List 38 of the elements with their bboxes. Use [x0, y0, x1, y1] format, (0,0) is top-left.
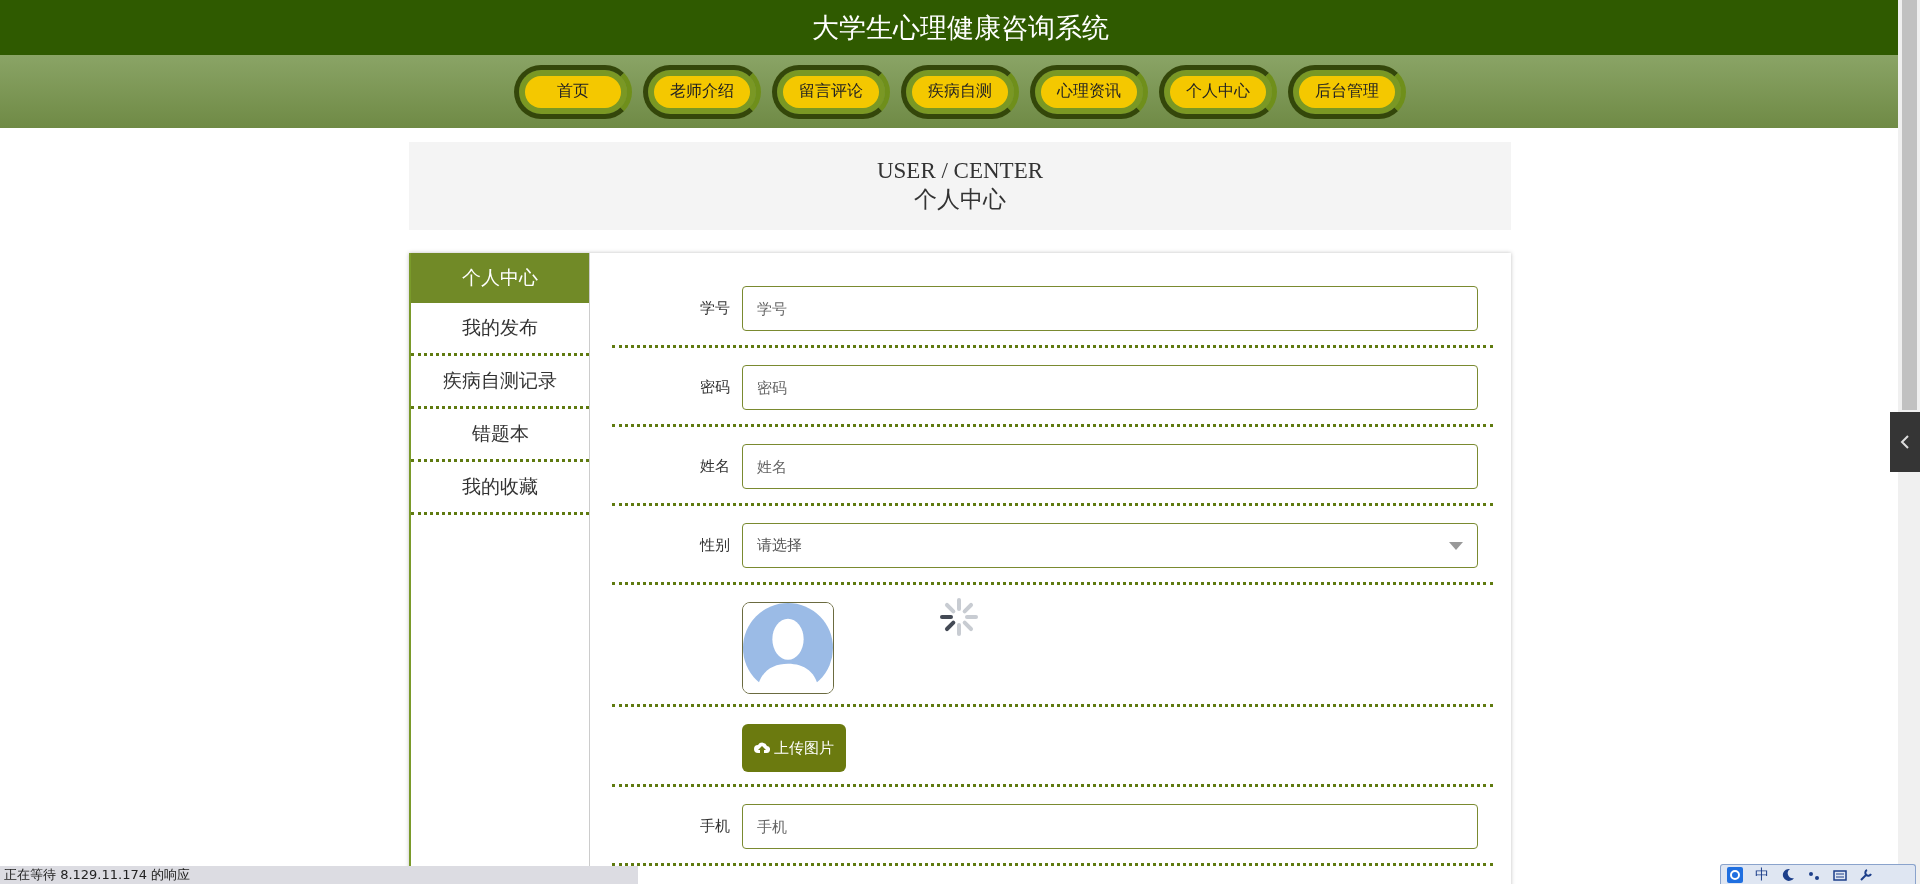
select-field[interactable]: 请选择	[742, 523, 1478, 568]
input-field[interactable]: 手机	[742, 804, 1478, 849]
ime-mode[interactable]: 中	[1755, 865, 1769, 884]
moon-icon[interactable]	[1781, 867, 1795, 882]
nav-button[interactable]: 留言评论	[772, 64, 890, 119]
sidebar-item[interactable]: 错题本	[411, 409, 589, 462]
field-label: 学号	[699, 299, 731, 318]
sidebar-item[interactable]: 疾病自测记录	[411, 356, 589, 409]
collapse-button[interactable]	[1890, 412, 1920, 472]
sidebar-item[interactable]: 我的发布	[411, 303, 589, 356]
ime-logo-icon[interactable]	[1727, 866, 1743, 883]
status-bar: 正在等待 8.129.11.174 的响应	[0, 866, 638, 884]
banner-subtitle: 个人中心	[914, 185, 1006, 214]
nav-button[interactable]: 首页	[514, 64, 632, 119]
chevron-left-icon	[1900, 434, 1910, 450]
field-label: 性别	[698, 536, 731, 555]
field-label: 姓名	[699, 457, 731, 476]
input-field[interactable]: 姓名	[742, 444, 1478, 489]
sidebar-item[interactable]: 我的收藏	[411, 462, 589, 515]
upload-button[interactable]: 上传图片	[742, 724, 846, 772]
nav-button[interactable]: 后台管理	[1288, 64, 1406, 119]
loading-spinner-icon	[939, 597, 979, 637]
nav-button[interactable]: 个人中心	[1159, 64, 1277, 119]
banner-title: USER / CENTER	[876, 157, 1044, 184]
nav-button[interactable]: 老师介绍	[643, 64, 761, 119]
nav-button[interactable]: 疾病自测	[901, 64, 1019, 119]
input-field[interactable]: 密码	[742, 365, 1478, 410]
nav-button[interactable]: 心理资讯	[1030, 64, 1148, 119]
field-label: 手机	[699, 817, 731, 836]
field-label: 密码	[699, 378, 731, 397]
caret-icon	[1449, 541, 1463, 550]
scrollbar[interactable]	[1898, 0, 1920, 884]
scrollbar-thumb[interactable]	[1902, 0, 1917, 410]
wrench-icon[interactable]	[1859, 867, 1873, 882]
cloud-upload-icon	[754, 741, 770, 755]
input-field[interactable]: 学号	[742, 286, 1478, 331]
sidebar-item[interactable]: 个人中心	[411, 253, 589, 303]
site-title: 大学生心理健康咨询系统	[811, 10, 1109, 45]
